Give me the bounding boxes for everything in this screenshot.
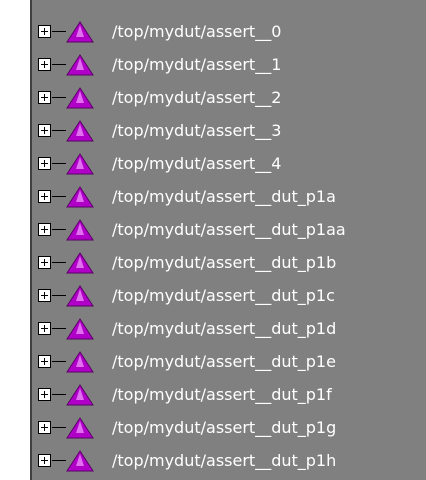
assertion-triangle-icon <box>66 318 94 340</box>
expand-plus-icon[interactable] <box>38 223 51 236</box>
tree-connector-line <box>52 130 66 131</box>
expand-plus-icon[interactable] <box>38 388 51 401</box>
expand-plus-icon[interactable] <box>38 256 51 269</box>
tree-connector-line <box>52 361 66 362</box>
tree-row-label: /top/mydut/assert__dut_p1h <box>112 451 337 470</box>
assertion-triangle-icon <box>66 285 94 307</box>
assertion-triangle-icon <box>66 54 94 76</box>
assertion-triangle-icon <box>66 21 94 43</box>
tree-row[interactable]: /top/mydut/assert__4 <box>32 148 426 181</box>
tree-row[interactable]: /top/mydut/assert__0 <box>32 16 426 49</box>
assertion-triangle-icon <box>66 153 94 175</box>
tree-connector-line <box>52 31 66 32</box>
tree-row-label: /top/mydut/assert__3 <box>112 121 282 140</box>
expand-plus-icon[interactable] <box>38 421 51 434</box>
tree-row[interactable]: /top/mydut/assert__dut_p1f <box>32 379 426 412</box>
expand-plus-icon[interactable] <box>38 58 51 71</box>
assertion-triangle-icon <box>66 450 94 472</box>
expand-plus-icon[interactable] <box>38 322 51 335</box>
tree-connector-line <box>52 460 66 461</box>
tree-row[interactable]: /top/mydut/assert__dut_p1b <box>32 247 426 280</box>
tree-row-label: /top/mydut/assert__dut_p1a <box>112 187 336 206</box>
assertion-triangle-icon <box>66 120 94 142</box>
tree-connector-line <box>52 229 66 230</box>
tree-row-label: /top/mydut/assert__dut_p1e <box>112 352 336 371</box>
tree-row-label: /top/mydut/assert__2 <box>112 88 282 107</box>
expand-plus-icon[interactable] <box>38 289 51 302</box>
expand-plus-icon[interactable] <box>38 157 51 170</box>
tree-connector-line <box>52 262 66 263</box>
tree-row-label: /top/mydut/assert__0 <box>112 22 282 41</box>
tree-row[interactable]: /top/mydut/assert__3 <box>32 115 426 148</box>
assertion-tree[interactable]: /top/mydut/assert__0 /top/mydut/assert__… <box>30 0 426 480</box>
tree-row-label: /top/mydut/assert__dut_p1f <box>112 385 332 404</box>
tree-connector-line <box>52 328 66 329</box>
tree-connector-line <box>52 427 66 428</box>
assertion-triangle-icon <box>66 252 94 274</box>
tree-row[interactable]: /top/mydut/assert__2 <box>32 82 426 115</box>
assertion-triangle-icon <box>66 219 94 241</box>
tree-row[interactable]: /top/mydut/assert__dut_p1aa <box>32 214 426 247</box>
tree-row[interactable]: /top/mydut/assert__dut_p1e <box>32 346 426 379</box>
tree-connector-line <box>52 64 66 65</box>
tree-row-label: /top/mydut/assert__dut_p1c <box>112 286 335 305</box>
tree-row-label: /top/mydut/assert__dut_p1g <box>112 418 337 437</box>
expand-plus-icon[interactable] <box>38 124 51 137</box>
tree-connector-line <box>52 196 66 197</box>
tree-row-label: /top/mydut/assert__1 <box>112 55 282 74</box>
expand-plus-icon[interactable] <box>38 355 51 368</box>
expand-plus-icon[interactable] <box>38 454 51 467</box>
tree-row[interactable]: /top/mydut/assert__dut_p1c <box>32 280 426 313</box>
tree-row-label: /top/mydut/assert__dut_p1d <box>112 319 337 338</box>
tree-connector-line <box>52 394 66 395</box>
tree-connector-line <box>52 295 66 296</box>
tree-connector-line <box>52 97 66 98</box>
assertion-triangle-icon <box>66 87 94 109</box>
tree-row[interactable]: /top/mydut/assert__dut_p1g <box>32 412 426 445</box>
expand-plus-icon[interactable] <box>38 25 51 38</box>
assertion-triangle-icon <box>66 384 94 406</box>
tree-row-label: /top/mydut/assert__4 <box>112 154 282 173</box>
expand-plus-icon[interactable] <box>38 91 51 104</box>
tree-row[interactable]: /top/mydut/assert__dut_p1h <box>32 445 426 478</box>
tree-row-label: /top/mydut/assert__dut_p1aa <box>112 220 346 239</box>
expand-plus-icon[interactable] <box>38 190 51 203</box>
assertion-triangle-icon <box>66 417 94 439</box>
tree-row[interactable]: /top/mydut/assert__dut_p1d <box>32 313 426 346</box>
assertion-browser-panel: /top/mydut/assert__0 /top/mydut/assert__… <box>0 0 426 480</box>
tree-connector-line <box>52 163 66 164</box>
tree-row[interactable]: /top/mydut/assert__1 <box>32 49 426 82</box>
tree-row-label: /top/mydut/assert__dut_p1b <box>112 253 337 272</box>
assertion-triangle-icon <box>66 186 94 208</box>
tree-row[interactable]: /top/mydut/assert__dut_p1a <box>32 181 426 214</box>
assertion-triangle-icon <box>66 351 94 373</box>
